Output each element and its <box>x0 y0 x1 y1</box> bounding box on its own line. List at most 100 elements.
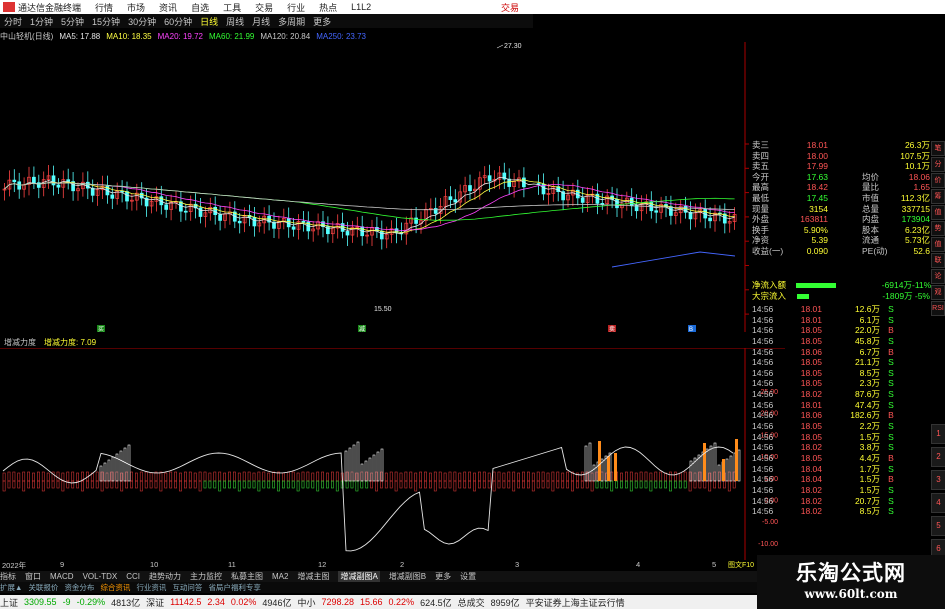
indicator-tab[interactable]: MA2 <box>272 572 288 581</box>
expand-tab[interactable]: 关联报价 <box>28 582 58 593</box>
indicator-tab[interactable]: VOL-TDX <box>83 572 118 581</box>
tick-row[interactable]: 14:56 18.02 1.5万 S <box>752 485 930 496</box>
side-tab[interactable]: 价 <box>931 173 945 188</box>
menu-item-hot[interactable]: 热点 <box>319 1 337 14</box>
menu-item-quotes[interactable]: 行情 <box>95 1 113 14</box>
indicator-tab[interactable]: CCI <box>126 572 140 581</box>
menu-item-news[interactable]: 资讯 <box>159 1 177 14</box>
tick-volume: 6.7万 <box>859 346 880 357</box>
indicator-tab[interactable]: 设置 <box>460 571 476 582</box>
sub-bar <box>61 480 65 492</box>
period-tab[interactable]: 日线 <box>200 15 218 28</box>
expand-tab[interactable]: 互动问答 <box>172 582 202 593</box>
period-tab[interactable]: 多周期 <box>278 15 305 28</box>
side-tab[interactable]: 值 <box>931 205 945 220</box>
f10-button[interactable]: 图文F10 <box>728 560 754 570</box>
tick-time: 14:56 <box>752 346 774 357</box>
tick-row[interactable]: 14:56 18.05 22.0万 B <box>752 325 930 336</box>
trade-link[interactable]: 交易 <box>501 1 519 14</box>
tick-row[interactable]: 14:56 18.06 182.6万 B <box>752 410 930 421</box>
tick-row[interactable]: 14:56 18.05 8.5万 S <box>752 368 930 379</box>
side-tab[interactable]: 笔 <box>931 141 945 156</box>
expand-tab[interactable]: 省局户福利专享 <box>208 582 261 593</box>
tick-row[interactable]: 14:56 18.02 8.5万 S <box>752 506 930 517</box>
tick-list[interactable]: 14:56 18.01 12.6万 S 14:56 18.01 6.1万 S 14:56 18.0… <box>752 304 930 517</box>
right-tab[interactable]: 1 <box>931 424 945 444</box>
menu-item-industry[interactable]: 行业 <box>287 1 305 14</box>
period-tab[interactable]: 1分钟 <box>30 15 53 28</box>
period-tab[interactable]: 周线 <box>226 15 244 28</box>
side-tab[interactable]: 论 <box>931 269 945 284</box>
menu-item-watchlist[interactable]: 自选 <box>191 1 209 14</box>
sub-bar <box>12 480 16 489</box>
candle <box>296 214 301 240</box>
expand-tab[interactable]: 资金分布 <box>64 582 94 593</box>
tick-row[interactable]: 14:56 18.01 47.4万 S <box>752 400 930 411</box>
kline-chart[interactable]: 23.0022.0021.0020.0019.0018.0017.0016.00… <box>0 42 750 332</box>
tick-row[interactable]: 14:56 18.05 1.5万 S <box>752 432 930 443</box>
right-tab[interactable]: 4 <box>931 493 945 513</box>
indicator-tab[interactable]: 增减副图A <box>338 571 380 582</box>
candle <box>66 168 71 190</box>
tick-row[interactable]: 14:56 18.05 2.2万 S <box>752 421 930 432</box>
menu-item-tools[interactable]: 工具 <box>223 1 241 14</box>
sub-indicator-value: 增减力度: 7.09 <box>44 338 97 347</box>
right-tab[interactable]: 3 <box>931 470 945 490</box>
sub-indicator-chart[interactable]: 25.0020.0015.0010.005.000.00-5.00-10.00-… <box>0 348 785 560</box>
menu-item-l1l2[interactable]: L1L2 <box>351 2 371 12</box>
expand-tab[interactable]: 扩展▲ <box>0 582 22 593</box>
tick-row[interactable]: 14:56 18.02 3.8万 S <box>752 442 930 453</box>
side-tab[interactable]: 势 <box>931 221 945 236</box>
tick-row[interactable]: 14:56 18.05 21.1万 S <box>752 357 930 368</box>
right-tab[interactable]: 2 <box>931 447 945 467</box>
menu-item-trade[interactable]: 交易 <box>255 1 273 14</box>
period-tab[interactable]: 30分钟 <box>128 15 156 28</box>
indicator-tab[interactable]: MACD <box>50 572 74 581</box>
side-tab[interactable]: RSI <box>931 301 945 316</box>
side-tab[interactable]: 筹 <box>931 189 945 204</box>
sub-bar <box>492 480 496 492</box>
side-tab[interactable]: 值 <box>931 237 945 252</box>
tick-row[interactable]: 14:56 18.01 6.1万 S <box>752 315 930 326</box>
period-tab[interactable]: 15分钟 <box>92 15 120 28</box>
indicator-tab[interactable]: 私募主图 <box>231 571 263 582</box>
period-tab[interactable]: 分时 <box>4 15 22 28</box>
tick-time: 14:56 <box>752 506 774 517</box>
tick-direction: B <box>888 325 894 336</box>
capital-flow-row: 净流入额 -6914万 -11% <box>752 280 931 291</box>
indicator-tab[interactable]: 窗口 <box>25 571 41 582</box>
sub-bar <box>46 472 50 482</box>
tick-direction: B <box>888 346 894 357</box>
tick-direction: S <box>888 463 894 474</box>
period-tab[interactable]: 5分钟 <box>61 15 84 28</box>
indicator-tab[interactable]: 指标 <box>0 571 16 582</box>
sub-bar <box>605 480 609 489</box>
quote-label <box>862 151 892 162</box>
indicator-tab[interactable]: 更多 <box>435 571 451 582</box>
period-tab[interactable]: 更多 <box>313 15 331 28</box>
expand-tab[interactable]: 行业资讯 <box>136 582 166 593</box>
side-tab[interactable]: 联 <box>931 253 945 268</box>
side-tab[interactable]: 分 <box>931 157 945 172</box>
indicator-tab[interactable]: 趋势动力 <box>149 571 181 582</box>
indicator-tab[interactable]: 增减主图 <box>297 571 329 582</box>
tick-row[interactable]: 14:56 18.01 12.6万 S <box>752 304 930 315</box>
indicator-tab[interactable]: 主力监控 <box>190 571 222 582</box>
tick-row[interactable]: 14:56 18.06 6.7万 B <box>752 347 930 358</box>
period-tab[interactable]: 60分钟 <box>164 15 192 28</box>
sub-bar <box>468 480 472 489</box>
side-tab[interactable]: 观 <box>931 285 945 300</box>
period-tab[interactable]: 月线 <box>252 15 270 28</box>
tick-row[interactable]: 14:56 18.05 4.4万 B <box>752 453 930 464</box>
menu-item-market[interactable]: 市场 <box>127 1 145 14</box>
tick-row[interactable]: 14:56 18.04 1.7万 S <box>752 464 930 475</box>
tick-row[interactable]: 14:56 18.05 2.3万 S <box>752 378 930 389</box>
indicator-tab[interactable]: 增减副图B <box>389 571 426 582</box>
tick-row[interactable]: 14:56 18.02 20.7万 S <box>752 496 930 507</box>
sub-bar <box>272 480 276 489</box>
right-tab[interactable]: 5 <box>931 516 945 536</box>
expand-tab[interactable]: 综合资讯 <box>100 582 130 593</box>
tick-row[interactable]: 14:56 18.04 1.5万 B <box>752 474 930 485</box>
tick-row[interactable]: 14:56 18.02 87.6万 S <box>752 389 930 400</box>
tick-row[interactable]: 14:56 18.05 45.8万 S <box>752 336 930 347</box>
